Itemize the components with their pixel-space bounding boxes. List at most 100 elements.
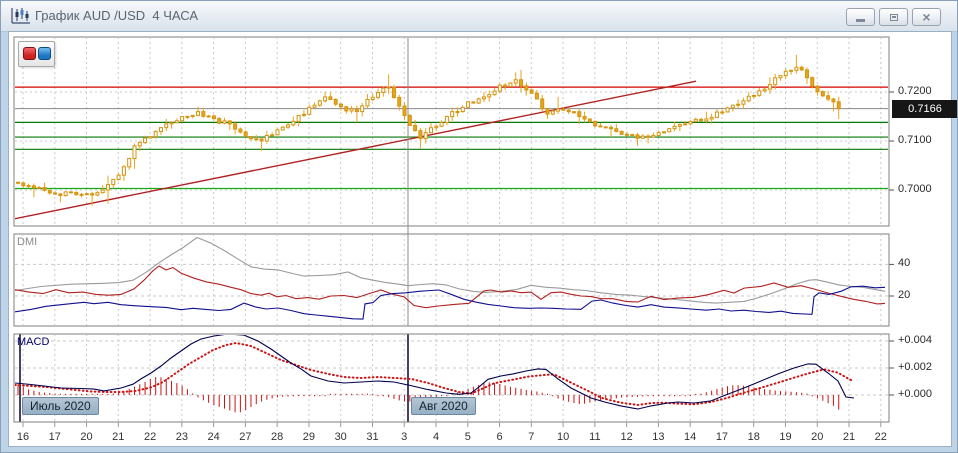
- candle-body: [207, 116, 210, 117]
- candle-body: [398, 97, 401, 106]
- candle-body: [673, 126, 676, 128]
- candle-body: [424, 133, 427, 139]
- x-tick-label: 22: [136, 431, 164, 443]
- candle-body: [811, 78, 814, 86]
- candle-body: [837, 102, 840, 109]
- macd-panel-label: MACD: [17, 336, 49, 348]
- candle-body: [128, 158, 131, 166]
- candle-body: [149, 137, 152, 138]
- candle-body: [101, 190, 104, 193]
- candle-body: [805, 70, 808, 78]
- candle-body: [753, 95, 756, 96]
- dmi-panel-label: DMI: [17, 236, 37, 248]
- candle-body: [668, 129, 671, 132]
- candle-body: [461, 107, 464, 111]
- x-tick-label: 4: [422, 431, 450, 443]
- chart-toolbar: [18, 41, 55, 67]
- candle-body: [541, 99, 544, 109]
- candle-body: [551, 111, 554, 114]
- candle-body: [467, 102, 470, 107]
- candle-body: [795, 67, 798, 70]
- candle-body: [85, 194, 88, 195]
- candle-body: [202, 112, 205, 117]
- candle-body: [604, 127, 607, 128]
- x-tick-label: 18: [740, 431, 768, 443]
- x-tick-label: 29: [295, 431, 323, 443]
- blue-marker-button[interactable]: [38, 47, 51, 60]
- candle-body: [281, 127, 284, 130]
- candle-body: [329, 97, 332, 100]
- candle-body: [122, 167, 125, 175]
- candle-body: [525, 86, 528, 90]
- candle-body: [737, 104, 740, 105]
- candle-body: [456, 112, 459, 113]
- candle-body: [520, 80, 523, 86]
- dmi-axis-label: 20: [898, 289, 910, 301]
- candle-body: [684, 124, 687, 125]
- candle-body: [482, 97, 485, 99]
- candle-body: [594, 121, 597, 126]
- candle-body: [59, 194, 62, 195]
- candle-body: [641, 136, 644, 138]
- candle-body: [546, 109, 549, 114]
- candle-body: [197, 112, 200, 116]
- candle-body: [710, 117, 713, 119]
- candle-body: [212, 116, 215, 119]
- candle-body: [334, 100, 337, 105]
- x-tick-label: 23: [168, 431, 196, 443]
- candle-body: [821, 92, 824, 96]
- candle-body: [387, 87, 390, 88]
- candle-body: [271, 135, 274, 136]
- candle-body: [16, 182, 19, 183]
- candle-body: [91, 194, 94, 195]
- candle-body: [138, 143, 141, 146]
- candle-body: [107, 185, 110, 190]
- current-price-label: 0.7166: [892, 100, 958, 118]
- candle-body: [64, 192, 67, 196]
- candle-body: [408, 116, 411, 126]
- candle-body: [75, 192, 78, 194]
- month-label-july: Июль 2020: [22, 397, 99, 415]
- candle-body: [662, 132, 665, 133]
- candle-body: [530, 90, 533, 93]
- candle-body: [170, 123, 173, 124]
- candle-body: [234, 124, 237, 129]
- candle-body: [610, 127, 613, 128]
- candle-body: [700, 119, 703, 121]
- candle-body: [419, 131, 422, 139]
- candle-body: [509, 83, 512, 86]
- chart-canvas[interactable]: [1, 1, 958, 453]
- x-tick-label: 6: [486, 431, 514, 443]
- candle-body: [292, 121, 295, 124]
- candle-body: [361, 106, 364, 112]
- candle-body: [302, 114, 305, 115]
- candle-body: [265, 135, 268, 141]
- candle-body: [54, 193, 57, 194]
- macd-axis-label: +0.004: [898, 334, 932, 346]
- candle-body: [133, 146, 136, 159]
- candle-body: [244, 132, 247, 136]
- candle-body: [779, 76, 782, 78]
- candle-body: [430, 128, 433, 133]
- candle-body: [249, 137, 252, 139]
- candle-body: [652, 135, 655, 137]
- red-marker-button[interactable]: [23, 47, 36, 60]
- candle-body: [440, 123, 443, 127]
- candle-body: [117, 175, 120, 179]
- candle-body: [562, 109, 565, 110]
- candle-body: [731, 105, 734, 108]
- candle-body: [324, 97, 327, 101]
- candle-body: [631, 134, 634, 135]
- candle-body: [297, 115, 300, 121]
- candle-body: [588, 119, 591, 121]
- x-tick-label: 17: [41, 431, 69, 443]
- x-tick-label: 19: [771, 431, 799, 443]
- candle-body: [69, 192, 72, 193]
- candle-body: [223, 121, 226, 123]
- candle-body: [377, 93, 380, 98]
- candle-body: [488, 95, 491, 97]
- candle-body: [339, 104, 342, 107]
- candle-body: [715, 112, 718, 117]
- candle-body: [721, 112, 724, 113]
- candle-body: [758, 91, 761, 96]
